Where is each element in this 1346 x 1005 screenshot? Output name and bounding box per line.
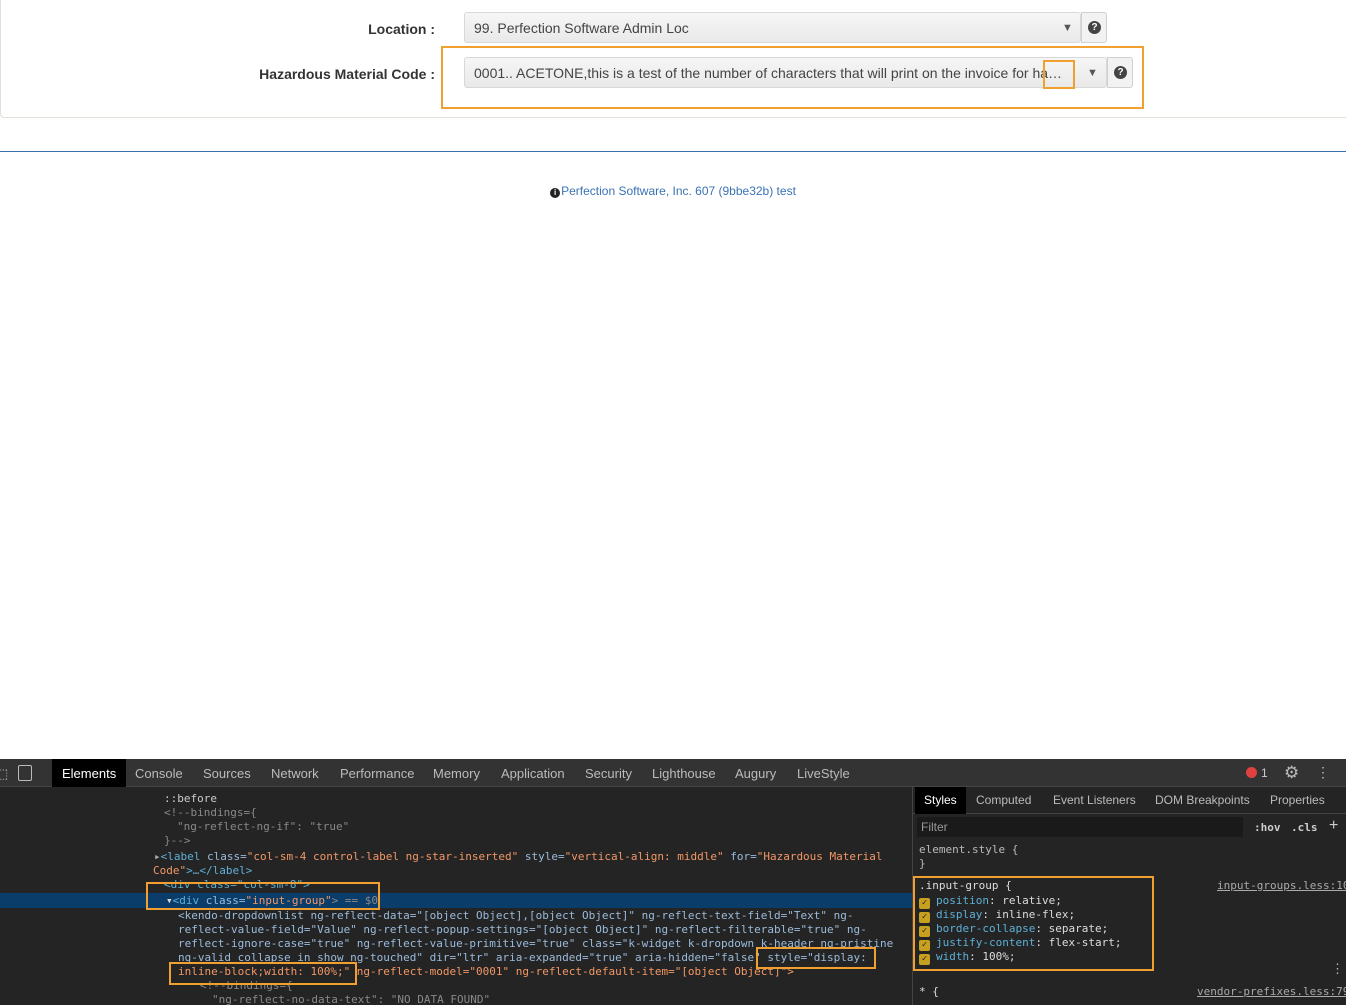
error-icon[interactable] (1246, 767, 1257, 778)
info-icon: i (550, 188, 561, 198)
tab-performance[interactable]: Performance (340, 766, 414, 781)
highlight-box (1043, 60, 1075, 89)
star-rule-source-link[interactable]: vendor-prefixes.less:79 (1197, 985, 1346, 999)
cls-toggle[interactable]: .cls (1291, 821, 1318, 834)
location-help-button[interactable]: ? (1081, 12, 1107, 43)
footer: i Perfection Software, Inc. 607 (9bbe32b)… (0, 184, 1346, 198)
location-value: 99. Perfection Software Admin Loc (474, 20, 689, 36)
highlight-box (441, 46, 1144, 109)
tab-augury[interactable]: Augury (735, 766, 776, 781)
selected-node-row[interactable] (0, 893, 912, 908)
tab-computed[interactable]: Computed (976, 793, 1031, 807)
code-line[interactable]: <kendo-dropdownlist ng-reflect-data="[ob… (178, 909, 854, 923)
location-label: Location : (368, 21, 435, 37)
tab-console[interactable]: Console (135, 766, 183, 781)
code-line[interactable]: "ng-reflect-ng-if": "true" (177, 820, 349, 834)
location-dropdown[interactable]: 99. Perfection Software Admin Loc ▼ (464, 12, 1081, 43)
tab-event-listeners[interactable]: Event Listeners (1053, 793, 1136, 807)
tab-dom-breakpoints[interactable]: DOM Breakpoints (1155, 793, 1250, 807)
inspect-icon[interactable]: ⬚ (0, 766, 8, 782)
element-style-rule[interactable]: element.style { (919, 843, 1018, 857)
tab-security[interactable]: Security (585, 766, 632, 781)
footer-divider (0, 151, 1346, 152)
highlight-box (169, 962, 357, 985)
elements-tree: ::before <!--bindings={ "ng-reflect-ng-i… (0, 787, 912, 1005)
rule-close: } (919, 857, 926, 870)
styles-tabbar: Styles Computed Event Listeners DOM Brea… (913, 787, 1346, 814)
tab-application[interactable]: Application (501, 766, 565, 781)
styles-pane: Styles Computed Event Listeners DOM Brea… (912, 787, 1346, 1005)
tab-lighthouse[interactable]: Lighthouse (652, 766, 716, 781)
question-icon: ? (1088, 21, 1101, 34)
tab-styles[interactable]: Styles (915, 787, 966, 814)
star-rule-selector[interactable]: * { (919, 985, 939, 999)
filter-input[interactable]: Filter (917, 817, 1243, 837)
highlight-box (146, 882, 380, 910)
more-icon[interactable]: ⋮ (1316, 764, 1330, 781)
highlight-box (913, 876, 1154, 971)
devtools-panel: ⬚ Elements Console Sources Network Perfo… (0, 759, 1346, 1005)
more-icon[interactable]: ⋮ (1331, 961, 1344, 977)
code-line[interactable]: <!--bindings={ (164, 806, 257, 820)
devtools-tabbar: ⬚ Elements Console Sources Network Perfo… (0, 759, 1346, 787)
rule-source-link[interactable]: input-groups.less:10 (1217, 879, 1346, 893)
code-line[interactable]: reflect-value-field="Value" ng-reflect-p… (178, 923, 867, 937)
highlight-box (756, 947, 876, 969)
code-line[interactable]: Code">…</label> (153, 864, 252, 878)
code-line[interactable]: }--> (164, 834, 191, 848)
tab-memory[interactable]: Memory (433, 766, 480, 781)
hazmat-label: Hazardous Material Code : (259, 66, 435, 82)
page: Location : 99. Perfection Software Admin… (0, 0, 1346, 1005)
chevron-down-icon[interactable]: ▼ (1052, 13, 1080, 42)
tab-elements[interactable]: Elements (52, 759, 127, 787)
tab-network[interactable]: Network (271, 766, 319, 781)
device-toolbar-icon[interactable] (18, 765, 32, 781)
gear-icon[interactable]: ⚙ (1284, 763, 1299, 783)
new-rule-button[interactable]: + (1329, 817, 1338, 835)
tab-livestyle[interactable]: LiveStyle (797, 766, 850, 781)
tab-properties[interactable]: Properties (1270, 793, 1325, 807)
hov-toggle[interactable]: :hov (1254, 821, 1281, 834)
code-line[interactable]: ::before (164, 792, 217, 806)
footer-text[interactable]: Perfection Software, Inc. 607 (9bbe32b) … (561, 184, 796, 198)
code-line[interactable]: ▸<label class="col-sm-4 control-label ng… (154, 850, 883, 864)
tab-sources[interactable]: Sources (203, 766, 251, 781)
code-line[interactable]: "ng-reflect-no-data-text": "NO DATA FOUN… (212, 993, 490, 1005)
error-count[interactable]: 1 (1261, 766, 1268, 780)
